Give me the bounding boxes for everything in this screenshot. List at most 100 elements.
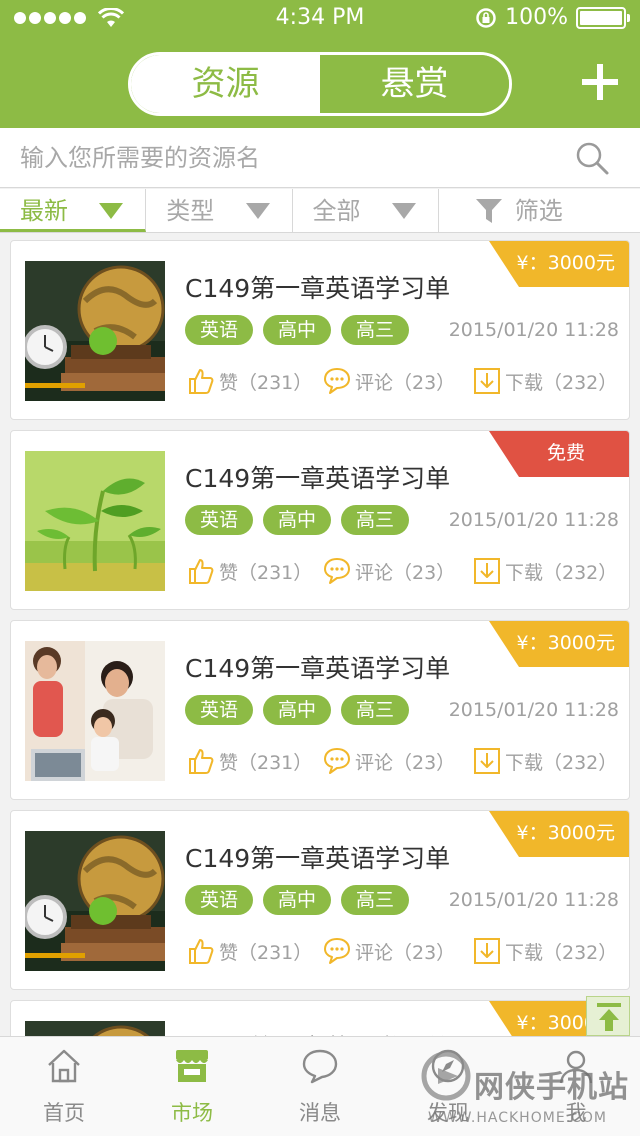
resource-thumbnail[interactable] <box>25 641 165 781</box>
user-icon <box>559 1050 593 1084</box>
search-icon[interactable] <box>574 140 610 176</box>
comment-icon <box>324 368 350 394</box>
home-icon <box>48 1049 80 1083</box>
resource-date: 2015/01/20 11:28 <box>448 889 619 911</box>
comment-button[interactable]: 评论（23） <box>323 365 455 397</box>
resource-thumbnail[interactable] <box>25 261 165 401</box>
download-button[interactable]: 下载（232） <box>473 555 617 587</box>
resource-date: 2015/01/20 11:28 <box>448 699 619 721</box>
stats-row: 赞（231） 评论（23） 下载（232） <box>187 555 627 587</box>
resource-card[interactable]: C149第一章英语学习单英语高中高三2015/01/20 11:28赞（231）… <box>10 1000 630 1036</box>
comment-count: 评论（23） <box>355 561 456 584</box>
resource-thumbnail[interactable] <box>25 451 165 591</box>
dropdown-arrow-icon <box>245 203 270 219</box>
resource-title[interactable]: C149第一章英语学习单 <box>185 269 450 305</box>
search-input[interactable] <box>20 128 560 188</box>
filter-all[interactable]: 全部 <box>293 189 439 232</box>
comment-count: 评论（23） <box>355 941 456 964</box>
battery-area: 100% <box>475 5 630 30</box>
tag-badge: 高三 <box>341 885 409 915</box>
tag-badge: 高三 <box>341 505 409 535</box>
tag-list: 英语 高中 高三 <box>185 315 409 345</box>
tab-rewards[interactable]: 悬赏 <box>320 55 509 113</box>
tag-badge: 高中 <box>263 315 331 345</box>
download-button[interactable]: 下载（232） <box>473 935 617 967</box>
download-icon <box>474 748 500 774</box>
resource-title[interactable]: C149第一章英语学习单 <box>185 839 450 875</box>
like-count: 赞（231） <box>219 751 313 774</box>
comment-button[interactable]: 评论（23） <box>323 935 455 967</box>
resource-title[interactable]: C149第一章英语学习单 <box>185 459 450 495</box>
tab-home-label: 首页 <box>43 1101 85 1125</box>
resource-card[interactable]: C149第一章英语学习单英语高中高三 2015/01/20 11:28 赞（231）… <box>10 240 630 420</box>
search-bar <box>0 128 640 188</box>
like-button[interactable]: 赞（231） <box>187 935 312 967</box>
back-to-top-button[interactable] <box>586 996 630 1036</box>
tag-badge: 高三 <box>341 315 409 345</box>
download-icon <box>474 558 500 584</box>
add-button[interactable] <box>582 64 618 100</box>
filter-type-label: 类型 <box>166 197 215 225</box>
filter-type[interactable]: 类型 <box>146 189 293 232</box>
like-button[interactable]: 赞（231） <box>187 555 312 587</box>
thumbs-up-icon <box>189 559 214 584</box>
like-button[interactable]: 赞（231） <box>187 365 312 397</box>
comment-count: 评论（23） <box>355 751 456 774</box>
download-count: 下载（232） <box>505 371 618 394</box>
dropdown-arrow-icon <box>99 203 124 219</box>
rotation-lock-icon <box>476 7 496 28</box>
tab-messages[interactable]: 消息 <box>256 1037 384 1136</box>
stats-row: 赞（231） 评论（23） 下载（232） <box>187 365 627 397</box>
resource-title[interactable]: C149第一章英语学习单 <box>185 1029 450 1036</box>
tab-market-label: 市场 <box>171 1101 213 1125</box>
like-count: 赞（231） <box>219 371 313 394</box>
comment-icon <box>324 558 350 584</box>
resource-title[interactable]: C149第一章英语学习单 <box>185 649 450 685</box>
download-button[interactable]: 下载（232） <box>473 365 617 397</box>
tab-market[interactable]: 市场 <box>128 1037 256 1136</box>
comment-button[interactable]: 评论（23） <box>323 555 455 587</box>
like-count: 赞（231） <box>219 941 313 964</box>
tag-badge: 英语 <box>185 885 253 915</box>
resource-card[interactable]: C149第一章英语学习单英语高中高三2015/01/20 11:28赞（231）… <box>10 430 630 610</box>
resource-thumbnail[interactable] <box>25 831 165 971</box>
price-badge: ¥：3000元 <box>489 811 629 857</box>
download-count: 下载（232） <box>505 941 618 964</box>
thumbs-up-icon <box>189 369 214 394</box>
filter-latest[interactable]: 最新 <box>0 189 147 232</box>
resource-date: 2015/01/20 11:28 <box>448 319 619 341</box>
filter-bar: 最新 类型 全部 筛选 <box>0 189 640 233</box>
thumbs-up-icon <box>189 939 214 964</box>
tab-resources[interactable]: 资源 <box>131 55 320 113</box>
funnel-icon <box>475 199 502 223</box>
tag-badge: 高中 <box>263 695 331 725</box>
stats-row: 赞（231） 评论（23） 下载（232） <box>187 745 627 777</box>
free-badge: 免费 <box>489 431 629 477</box>
resource-list: C149第一章英语学习单 英语 高中 高三 2015/01/20 11:28 赞（231）… <box>0 234 640 1036</box>
tab-discover[interactable]: 发现 <box>384 1037 512 1136</box>
header: 4:34 PM 100% 资源 悬赏 <box>0 0 640 128</box>
stats-row: 赞（231） 评论（23） 下载（232） <box>187 935 627 967</box>
arrow-up-icon <box>597 1003 621 1031</box>
tag-badge: 高中 <box>263 885 331 915</box>
filter-screen[interactable]: 筛选 <box>439 189 640 232</box>
comment-button[interactable]: 评论（23） <box>323 745 455 777</box>
tab-home[interactable]: 首页 <box>0 1037 128 1136</box>
download-button[interactable]: 下载（232） <box>473 745 617 777</box>
tab-me[interactable]: 我 <box>512 1037 640 1136</box>
resource-card[interactable]: C149第一章英语学习单英语高中高三 2015/01/20 11:28 赞（231）… <box>10 810 630 990</box>
like-button[interactable]: 赞（231） <box>187 745 312 777</box>
resource-card[interactable]: C149第一章英语学习单英语高中高三 2015/01/20 11:28 赞（231）… <box>10 620 630 800</box>
download-count: 下载（232） <box>505 751 618 774</box>
like-count: 赞（231） <box>219 561 313 584</box>
tag-badge: 高中 <box>263 505 331 535</box>
chat-bubble-icon <box>302 1049 338 1084</box>
filter-latest-label: 最新 <box>20 197 68 225</box>
resource-thumbnail[interactable] <box>25 1021 165 1036</box>
tag-list: 英语 高中 高三 <box>185 695 409 725</box>
tag-list: 英语 高中 高三 <box>185 885 409 915</box>
battery-icon <box>576 6 630 29</box>
compass-icon <box>431 1049 465 1083</box>
tab-bar: 首页 市场 消息 发现 我 <box>0 1036 640 1136</box>
comment-count: 评论（23） <box>355 371 456 394</box>
